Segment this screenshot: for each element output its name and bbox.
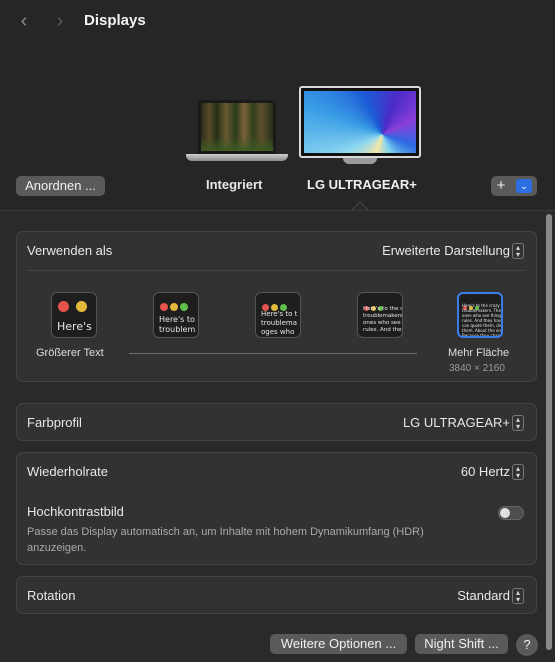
- builtin-display-thumbnail[interactable]: [186, 100, 288, 162]
- use-as-panel: Verwenden als Erweiterte Darstellung ▴ ▾ …: [16, 231, 537, 382]
- refresh-rate-stepper-icon[interactable]: ▴ ▾: [512, 464, 524, 480]
- divider: [0, 210, 555, 211]
- resolution-scale-line: [129, 353, 417, 354]
- resolution-option-1[interactable]: Here's: [51, 292, 97, 338]
- resolution-option-5[interactable]: Here's to the crazy one troublemakers. T…: [457, 292, 503, 338]
- add-display-menu-button[interactable]: ⌄: [511, 176, 537, 196]
- use-as-stepper-icon[interactable]: ▴ ▾: [512, 243, 524, 259]
- color-profile-stepper-icon[interactable]: ▴ ▾: [512, 415, 524, 431]
- color-profile-label: Farbprofil: [27, 415, 82, 430]
- use-as-label: Verwenden als: [27, 243, 113, 258]
- resolution-option-4[interactable]: Here's to the cr troublemakers. ones who…: [357, 292, 403, 338]
- use-as-value[interactable]: Erweiterte Darstellung: [382, 243, 510, 258]
- resolution-label-larger-text: Größerer Text: [36, 347, 104, 359]
- night-shift-button[interactable]: Night Shift ...: [415, 634, 508, 654]
- back-icon[interactable]: ‹: [14, 10, 34, 32]
- chevron-down-icon: ⌄: [516, 179, 532, 193]
- monitor-wallpaper: [304, 91, 416, 153]
- laptop-wallpaper: [201, 103, 273, 151]
- refresh-hdr-panel: Wiederholrate 60 Hertz ▴ ▾ Hochkontrastbi…: [16, 452, 537, 565]
- page-title: Displays: [84, 12, 146, 29]
- external-display-thumbnail[interactable]: [299, 86, 421, 166]
- toggle-knob: [500, 508, 510, 518]
- resolution-dimensions: 3840 × 2160: [449, 363, 505, 374]
- rotation-stepper-icon[interactable]: ▴ ▾: [512, 588, 524, 604]
- refresh-rate-label: Wiederholrate: [27, 464, 108, 479]
- resolution-option-3[interactable]: Here's to t troublema oges who: [255, 292, 301, 338]
- display-label-builtin: Integriert: [206, 177, 263, 192]
- scrollbar[interactable]: [544, 212, 554, 656]
- resolution-label-more-space: Mehr Fläche: [448, 347, 510, 359]
- forward-icon[interactable]: ›: [50, 10, 70, 32]
- divider: [27, 270, 526, 271]
- refresh-rate-value[interactable]: 60 Hertz: [461, 464, 510, 479]
- hdr-description: Passe das Display automatisch an, um Inh…: [27, 526, 424, 554]
- add-display-button[interactable]: +: [491, 176, 511, 196]
- rotation-value[interactable]: Standard: [457, 588, 510, 603]
- display-arrangement-area: ‹ › Displays Integriert LG ULTRAGEAR+ An…: [0, 0, 555, 210]
- more-options-button[interactable]: Weitere Optionen ...: [270, 634, 407, 654]
- scrollbar-thumb[interactable]: [546, 214, 552, 650]
- hdr-label: Hochkontrastbild: [27, 504, 124, 519]
- rotation-label: Rotation: [27, 588, 76, 603]
- arrange-button[interactable]: Anordnen ...: [16, 176, 105, 196]
- hdr-toggle[interactable]: [498, 506, 524, 520]
- color-profile-value[interactable]: LG ULTRAGEAR+: [403, 415, 510, 430]
- rotation-panel: Rotation Standard ▴ ▾: [16, 576, 537, 614]
- color-profile-panel: Farbprofil LG ULTRAGEAR+ ▴ ▾: [16, 403, 537, 441]
- help-button[interactable]: ?: [516, 634, 538, 656]
- resolution-option-2[interactable]: Here's to troublem: [153, 292, 199, 338]
- display-label-external: LG ULTRAGEAR+: [307, 177, 417, 192]
